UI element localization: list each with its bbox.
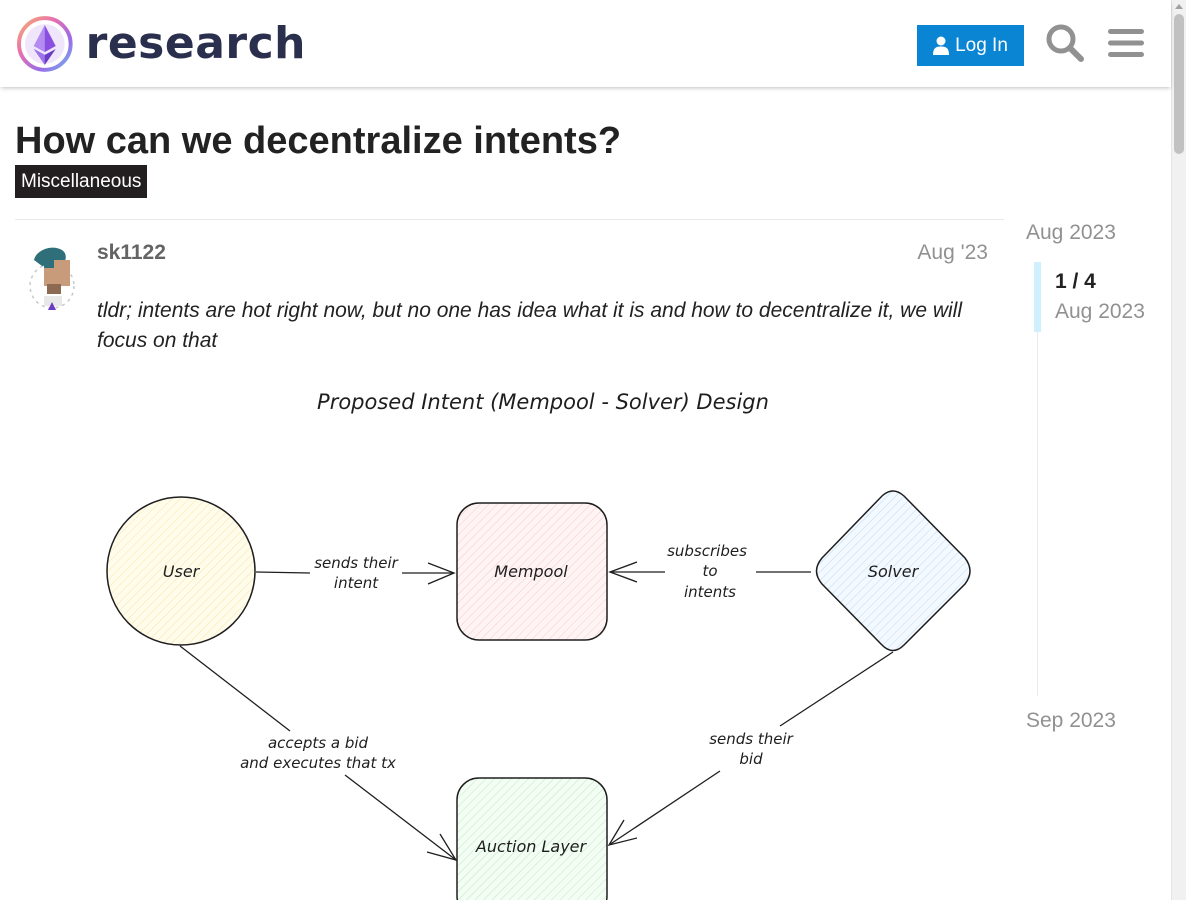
search-icon[interactable] [1044,22,1086,64]
post-date[interactable]: Aug '23 [880,241,988,265]
solver-to-auction-label-2: bid [739,750,763,768]
login-button[interactable]: Log In [917,25,1024,66]
ethereum-research-logo-icon [16,16,73,72]
site-logo[interactable]: research [16,14,306,74]
hamburger-menu-icon[interactable] [1105,22,1147,64]
solver-node-label: Solver [868,562,920,581]
scrollbar-thumb[interactable] [1174,14,1184,154]
solver-to-mempool-label-1: subscribes [667,542,747,560]
user-to-mempool-label-2: intent [334,574,379,592]
user-to-auction-label-2: and executes that tx [240,754,396,772]
user-icon [933,36,950,55]
auction-layer-node-label: Auction Layer [475,837,588,856]
mempool-node-label: Mempool [494,562,568,581]
site-name: research [85,18,306,69]
timeline-handle[interactable] [1034,262,1041,332]
solver-to-mempool-label-2: to [702,562,717,580]
timeline-end-date[interactable]: Sep 2023 [1026,709,1116,733]
user-to-auction-arrow [179,645,458,862]
divider [15,219,1004,220]
timeline-start-date[interactable]: Aug 2023 [1026,221,1116,245]
post-username[interactable]: sk1122 [97,241,166,265]
solver-to-auction-label-1: sends their [709,730,793,748]
user-to-mempool-label-1: sends their [314,554,398,572]
solver-to-auction-arrow [607,651,894,847]
topic-title[interactable]: How can we decentralize intents? [15,120,621,163]
login-label: Log In [955,34,1008,56]
avatar[interactable] [22,240,82,314]
category-badge[interactable]: Miscellaneous [15,165,148,198]
timeline-position: 1 / 4 [1055,270,1096,293]
page-scrollbar[interactable] [1171,0,1186,900]
timeline-position-date: Aug 2023 [1055,300,1145,323]
intent-design-diagram[interactable]: Proposed Intent (Mempool - Solver) Desig… [97,372,987,900]
user-to-auction-label-1: accepts a bid [268,734,369,752]
post-body-text: tldr; intents are hot right now, but no … [97,299,962,352]
user-node-label: User [163,562,201,581]
solver-to-mempool-label-3: intents [684,583,736,601]
scroll-up-arrow-icon[interactable] [1175,4,1183,9]
site-header: research Log In [0,0,1171,87]
diagram-title: Proposed Intent (Mempool - Solver) Desig… [317,390,769,414]
